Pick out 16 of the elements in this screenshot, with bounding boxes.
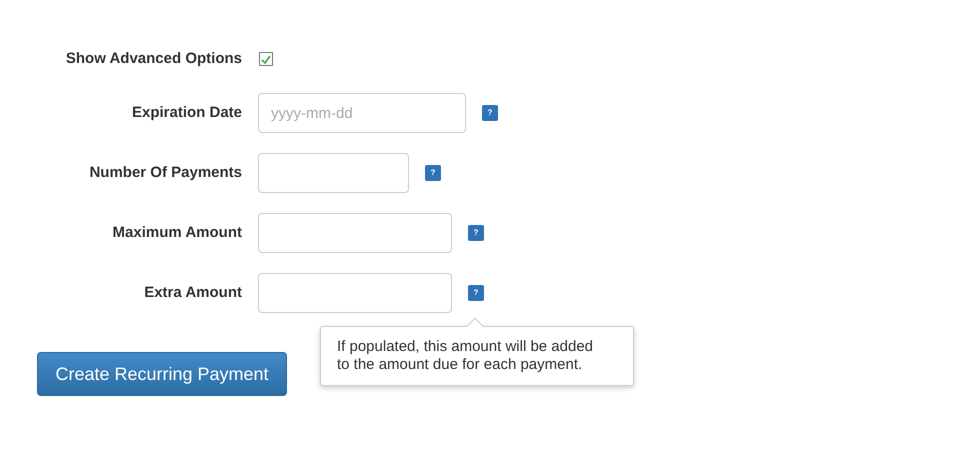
- help-button[interactable]: ?: [425, 165, 441, 181]
- help-button[interactable]: ?: [468, 285, 484, 301]
- input-field[interactable]: [258, 213, 452, 253]
- help-button[interactable]: ?: [468, 225, 484, 241]
- checkbox[interactable]: [259, 52, 273, 66]
- field-label: Number Of Payments: [88, 162, 242, 183]
- field-label: Show Advanced Options: [64, 48, 242, 69]
- field-label: Extra Amount: [143, 282, 242, 303]
- input-field[interactable]: yyyy-mm-dd: [258, 93, 466, 133]
- tooltip-text: If populated, this amount will be added to the amount due for each payment.: [337, 338, 594, 374]
- field-label: Expiration Date: [130, 102, 242, 123]
- help-button[interactable]: ?: [482, 105, 498, 121]
- create-recurring-payment-button[interactable]: Create Recurring Payment: [37, 352, 287, 396]
- input-field[interactable]: [258, 273, 452, 313]
- field-label: Maximum Amount: [112, 222, 242, 243]
- input-field[interactable]: [258, 153, 409, 193]
